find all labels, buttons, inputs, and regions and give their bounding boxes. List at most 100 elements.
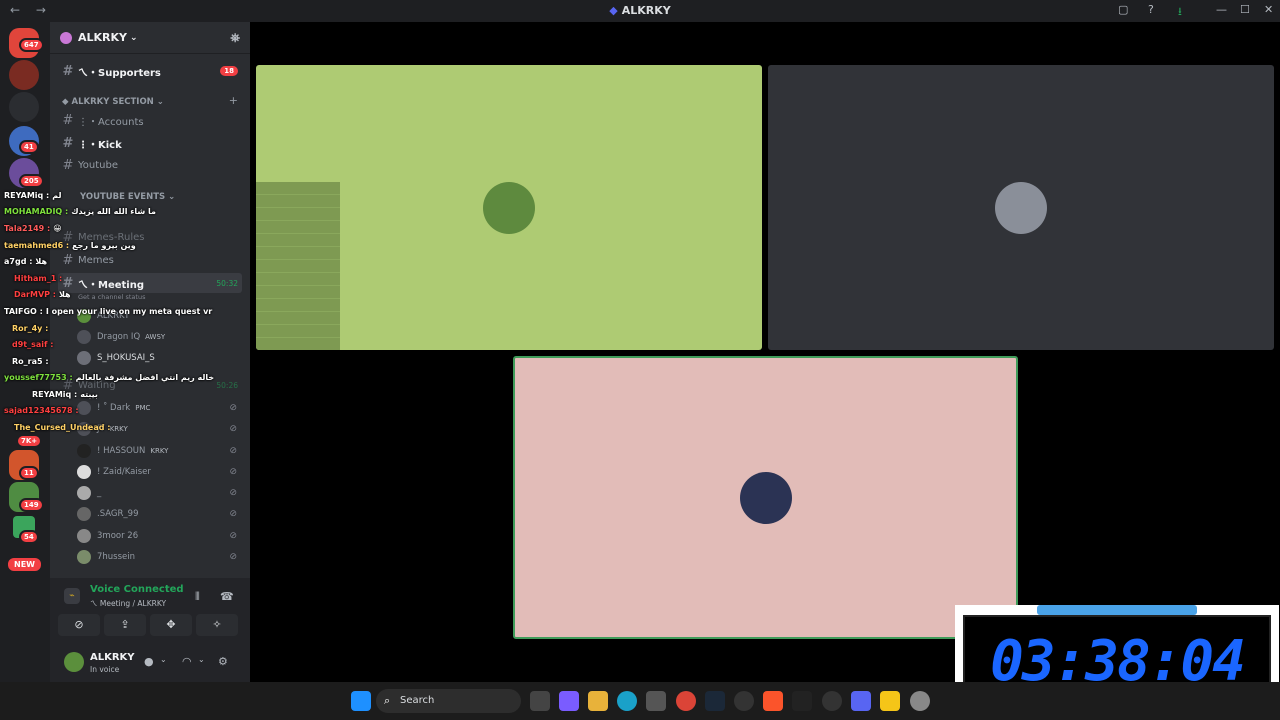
server-heart-icon[interactable] xyxy=(9,60,39,90)
avatar xyxy=(77,550,91,564)
avatar xyxy=(77,465,91,479)
deafened-icon: ⊘ xyxy=(229,531,237,541)
member-tag: PMC xyxy=(135,404,151,412)
chevron-down-icon[interactable]: ⌄ xyxy=(198,655,205,664)
voice-member[interactable]: S_HOKUSAI_S xyxy=(77,349,237,367)
channel-memes[interactable]: # Memes xyxy=(58,250,242,270)
avatar xyxy=(483,181,535,234)
file-explorer-icon[interactable] xyxy=(588,691,608,711)
voice-member[interactable]: Dragon IQ AWSY xyxy=(77,328,237,346)
app-icon[interactable] xyxy=(822,691,842,711)
voice-panel: ⌁ Voice Connected ㄟ Meeting / ALKRKY ⦀ ☎… xyxy=(50,578,250,682)
voice-member[interactable]: _ ⊘ xyxy=(77,484,237,502)
download-icon[interactable]: ⭳ xyxy=(1178,3,1182,22)
channel-supporters[interactable]: # ㄟ・Supporters 18 xyxy=(58,61,242,81)
close-button[interactable]: ✕ xyxy=(1264,3,1273,16)
channel-accounts[interactable]: # ⋮・Accounts xyxy=(58,110,242,130)
new-badge: NEW xyxy=(6,556,43,573)
hash-icon: # xyxy=(62,252,74,268)
app-icon[interactable] xyxy=(880,691,900,711)
soundboard-button[interactable]: ✧ xyxy=(196,614,238,636)
deafened-icon: ⊘ xyxy=(229,403,237,413)
voice-member[interactable]: JT KRKY ⊘ xyxy=(77,420,237,438)
noise-suppression-icon[interactable]: ⦀ xyxy=(195,590,200,604)
edge-icon[interactable] xyxy=(617,691,637,711)
voice-member[interactable]: 3moor 26 ⊘ xyxy=(77,527,237,545)
disconnect-icon[interactable]: ☎ xyxy=(220,590,234,603)
channel-label: ㄟ・Supporters xyxy=(78,67,161,79)
chevron-down-icon[interactable]: ⌄ xyxy=(160,655,167,664)
hash-icon: # xyxy=(62,157,74,173)
avatar[interactable] xyxy=(64,652,84,672)
voice-channel-waiting[interactable]: # Waiting 50:26 xyxy=(58,375,242,395)
camera-off-button[interactable]: ⊘ xyxy=(58,614,100,636)
server-badge: 149 xyxy=(19,498,44,512)
minimize-button[interactable]: — xyxy=(1216,3,1227,16)
channel-memes-rules[interactable]: # Memes-Rules xyxy=(58,227,242,247)
store-icon[interactable] xyxy=(646,691,666,711)
capcut-icon[interactable] xyxy=(792,691,812,711)
voice-member[interactable]: ! ˚ Dark PMC ⊘ xyxy=(77,399,237,417)
window-title: ◆ ALKRKY xyxy=(0,4,1280,17)
category-label: ALKRKY SECTION xyxy=(71,97,154,107)
avatar xyxy=(77,507,91,521)
channel-status-hint[interactable]: Get a channel status xyxy=(78,293,145,301)
search-icon: ⌕ xyxy=(384,694,391,707)
guild-header[interactable]: ALKRKY ⌄ ⛯ xyxy=(50,22,250,54)
category-alkrky-section[interactable]: ◆ ALKRKY SECTION ⌄ xyxy=(62,97,164,107)
screen-icon[interactable]: ▢ xyxy=(1118,3,1128,16)
discord-icon[interactable] xyxy=(851,691,871,711)
participant-tile[interactable] xyxy=(768,65,1274,350)
start-icon[interactable] xyxy=(351,691,371,711)
copilot-icon[interactable] xyxy=(559,691,579,711)
username[interactable]: ALKRKY xyxy=(90,652,135,663)
voice-channel-path[interactable]: ㄟ Meeting / ALKRKY xyxy=(90,598,166,609)
user-panel: ALKRKY In voice ● ⌄ ◠ ⌄ ⚙ xyxy=(50,642,250,682)
channel-kick[interactable]: # ⋮・Kick xyxy=(58,133,242,153)
settings-icon[interactable] xyxy=(910,691,930,711)
voice-member[interactable]: ! HASSOUN KRKY ⊘ xyxy=(77,442,237,460)
brave-icon[interactable] xyxy=(763,691,783,711)
voice-member[interactable]: ! Zaid/Kaiser ⊘ xyxy=(77,463,237,481)
microphone-icon[interactable]: ● xyxy=(144,655,154,668)
server-badge: 7K+ xyxy=(16,434,43,448)
invite-people-icon[interactable]: ⛯ xyxy=(230,31,240,46)
channel-label: ⋮・Kick xyxy=(78,139,122,151)
steam-icon[interactable] xyxy=(705,691,725,711)
guild-name: ALKRKY xyxy=(78,31,128,44)
participant-tile[interactable] xyxy=(256,65,762,350)
category-youtube-events[interactable]: YOUTUBE EVENTS ⌄ xyxy=(80,192,175,202)
avatar xyxy=(77,309,91,323)
hash-icon: # xyxy=(62,135,74,151)
voice-member[interactable]: 7hussein ⊘ xyxy=(77,548,237,566)
channel-label: Waiting xyxy=(78,379,116,391)
screen-share-button[interactable]: ⇪ xyxy=(104,614,146,636)
category-label: YOUTUBE EVENTS xyxy=(80,192,166,202)
task-view-icon[interactable] xyxy=(530,691,550,711)
add-channel-icon[interactable]: + xyxy=(229,94,238,107)
chevron-down-icon: ⌄ xyxy=(130,32,138,43)
maximize-button[interactable]: ☐ xyxy=(1240,3,1250,16)
server-cloud-icon[interactable] xyxy=(9,92,39,122)
signal-icon[interactable]: ⌁ xyxy=(64,588,80,604)
headphones-icon[interactable]: ◠ xyxy=(182,655,192,668)
voice-status: Voice Connected xyxy=(90,584,184,595)
settings-gear-icon[interactable]: ⚙ xyxy=(218,655,228,668)
channel-youtube[interactable]: # Youtube xyxy=(58,155,242,175)
participant-tile-speaking[interactable] xyxy=(513,356,1018,639)
channel-label: Youtube xyxy=(78,159,118,171)
channel-label: Memes-Rules xyxy=(78,231,145,243)
voice-channel-meeting[interactable]: # ㄟ・Meeting 50:32 xyxy=(58,273,242,293)
hash-icon: # xyxy=(62,229,74,245)
activities-button[interactable]: ✥ xyxy=(150,614,192,636)
member-name: _ xyxy=(97,488,102,498)
chrome-icon[interactable] xyxy=(676,691,696,711)
obs-icon[interactable] xyxy=(734,691,754,711)
voice-member[interactable]: .SAGR_99 ⊘ xyxy=(77,505,237,523)
taskbar: ⌕ Search xyxy=(0,682,1280,720)
voice-member[interactable]: ALKRKY xyxy=(77,307,237,325)
deafened-icon: ⊘ xyxy=(229,424,237,434)
member-tag: KRKY xyxy=(150,447,169,455)
taskbar-search[interactable]: ⌕ Search xyxy=(376,689,521,713)
help-icon[interactable]: ? xyxy=(1148,3,1154,16)
